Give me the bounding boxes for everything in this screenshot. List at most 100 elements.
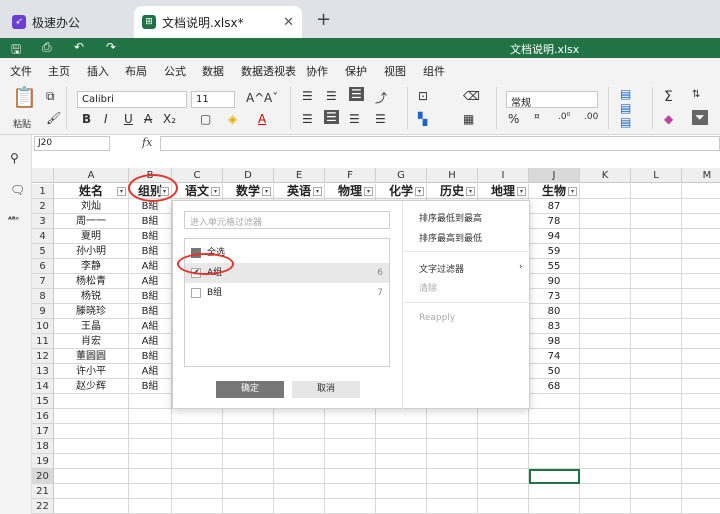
align-center-icon[interactable]: ☰ (324, 110, 339, 124)
header-cell[interactable]: 语文 ▾ (172, 184, 223, 199)
menu-data[interactable]: 数据 (202, 63, 224, 79)
empty-cell[interactable] (274, 484, 325, 499)
empty-cell[interactable] (325, 484, 376, 499)
data-cell[interactable] (682, 304, 720, 319)
row-header[interactable]: 19 (32, 454, 54, 469)
align-bottom-icon[interactable]: ☰ (349, 87, 364, 101)
data-cell[interactable]: 夏明 (54, 229, 129, 244)
fill-color-icon[interactable]: ◈ (228, 112, 237, 126)
empty-cell[interactable] (427, 439, 478, 454)
filter-search-input[interactable]: 进入单元格过滤器 (184, 211, 390, 229)
data-cell[interactable]: 周一一 (54, 214, 129, 229)
insert-cells-icon[interactable]: ▤ (620, 87, 631, 101)
filter-dropdown-icon[interactable]: ▾ (364, 187, 373, 196)
undo-icon[interactable]: ↶ (74, 40, 84, 54)
data-cell[interactable] (631, 319, 682, 334)
data-cell[interactable]: 赵少辉 (54, 379, 129, 394)
row-header[interactable]: 1 (32, 184, 54, 199)
data-cell[interactable] (682, 199, 720, 214)
data-cell[interactable]: 68 (529, 379, 580, 394)
select-all-corner[interactable] (32, 168, 54, 183)
tab-home[interactable]: ➶ 极速办公 (4, 6, 130, 38)
empty-cell[interactable] (529, 394, 580, 409)
empty-cell[interactable] (427, 484, 478, 499)
row-header[interactable]: 15 (32, 394, 54, 409)
data-cell[interactable]: 肖宏 (54, 334, 129, 349)
empty-cell[interactable] (223, 499, 274, 514)
format-cells-icon[interactable]: ▤ (620, 115, 631, 129)
empty-cell[interactable] (682, 394, 720, 409)
data-cell[interactable] (631, 289, 682, 304)
row-header[interactable]: 12 (32, 349, 54, 364)
data-cell[interactable] (580, 349, 631, 364)
data-cell[interactable] (580, 379, 631, 394)
data-cell[interactable]: 90 (529, 274, 580, 289)
data-cell[interactable]: 50 (529, 364, 580, 379)
wrap-text-icon[interactable]: ⊡ (418, 89, 428, 103)
empty-cell[interactable] (325, 439, 376, 454)
fx-icon[interactable]: fx (142, 136, 152, 149)
data-cell[interactable] (631, 244, 682, 259)
empty-cell[interactable] (376, 439, 427, 454)
empty-cell[interactable] (54, 499, 129, 514)
currency-icon[interactable]: ¤ (534, 112, 540, 122)
empty-cell[interactable] (529, 484, 580, 499)
empty-cell[interactable] (129, 424, 172, 439)
empty-cell[interactable] (325, 454, 376, 469)
align-top-icon[interactable]: ☰ (302, 89, 313, 103)
data-cell[interactable] (682, 259, 720, 274)
filter-dropdown-icon[interactable]: ▾ (415, 187, 424, 196)
data-cell[interactable] (580, 319, 631, 334)
empty-cell[interactable] (427, 499, 478, 514)
empty-cell[interactable] (478, 424, 529, 439)
paste-icon[interactable]: 📋 (12, 85, 37, 109)
menu-layout[interactable]: 布局 (125, 63, 147, 79)
data-cell[interactable]: A組 (129, 274, 172, 289)
data-cell[interactable]: B組 (129, 214, 172, 229)
menu-file[interactable]: 文件 (10, 63, 32, 79)
empty-cell[interactable] (682, 424, 720, 439)
row-header[interactable]: 9 (32, 304, 54, 319)
data-cell[interactable]: 滕晓珍 (54, 304, 129, 319)
empty-cell[interactable] (682, 439, 720, 454)
empty-cell[interactable] (129, 409, 172, 424)
data-cell[interactable] (580, 304, 631, 319)
empty-cell[interactable] (580, 394, 631, 409)
empty-cell[interactable] (325, 469, 376, 484)
row-header[interactable]: 3 (32, 214, 54, 229)
row-header[interactable]: 16 (32, 409, 54, 424)
empty-cell[interactable] (223, 424, 274, 439)
number-format-select[interactable]: 常规 (506, 91, 598, 109)
redo-icon[interactable]: ↷ (106, 40, 116, 54)
data-cell[interactable] (580, 199, 631, 214)
data-cell[interactable]: 83 (529, 319, 580, 334)
underline-button[interactable]: U (124, 112, 133, 126)
empty-cell[interactable] (376, 499, 427, 514)
empty-cell[interactable] (54, 394, 129, 409)
empty-cell[interactable] (580, 499, 631, 514)
column-header-f[interactable]: F (325, 168, 376, 183)
empty-cell[interactable] (631, 184, 682, 199)
empty-cell[interactable] (376, 484, 427, 499)
empty-cell[interactable] (376, 409, 427, 424)
row-header[interactable]: 6 (32, 259, 54, 274)
header-cell[interactable]: 英语 ▾ (274, 184, 325, 199)
header-cell[interactable]: 物理 ▾ (325, 184, 376, 199)
empty-cell[interactable] (54, 484, 129, 499)
percent-button[interactable]: % (508, 112, 519, 126)
column-header-c[interactable]: C (172, 168, 223, 183)
data-cell[interactable] (682, 229, 720, 244)
spellcheck-icon[interactable]: ᴬᴮᶜ (8, 215, 19, 224)
comment-icon[interactable]: 🗨 (10, 183, 25, 197)
grow-font-button[interactable]: A^ (246, 91, 264, 105)
menu-protect[interactable]: 保护 (345, 63, 367, 79)
empty-cell[interactable] (529, 499, 580, 514)
format-painter-icon[interactable]: 🖌 (46, 111, 61, 125)
clear-format-icon[interactable]: ◆ (664, 112, 673, 126)
font-name-select[interactable]: Calibri (77, 91, 187, 108)
data-cell[interactable] (682, 244, 720, 259)
delete-cells-icon[interactable]: ▤ (620, 101, 631, 115)
empty-cell[interactable] (682, 499, 720, 514)
column-header-i[interactable]: I (478, 168, 529, 183)
empty-cell[interactable] (223, 439, 274, 454)
